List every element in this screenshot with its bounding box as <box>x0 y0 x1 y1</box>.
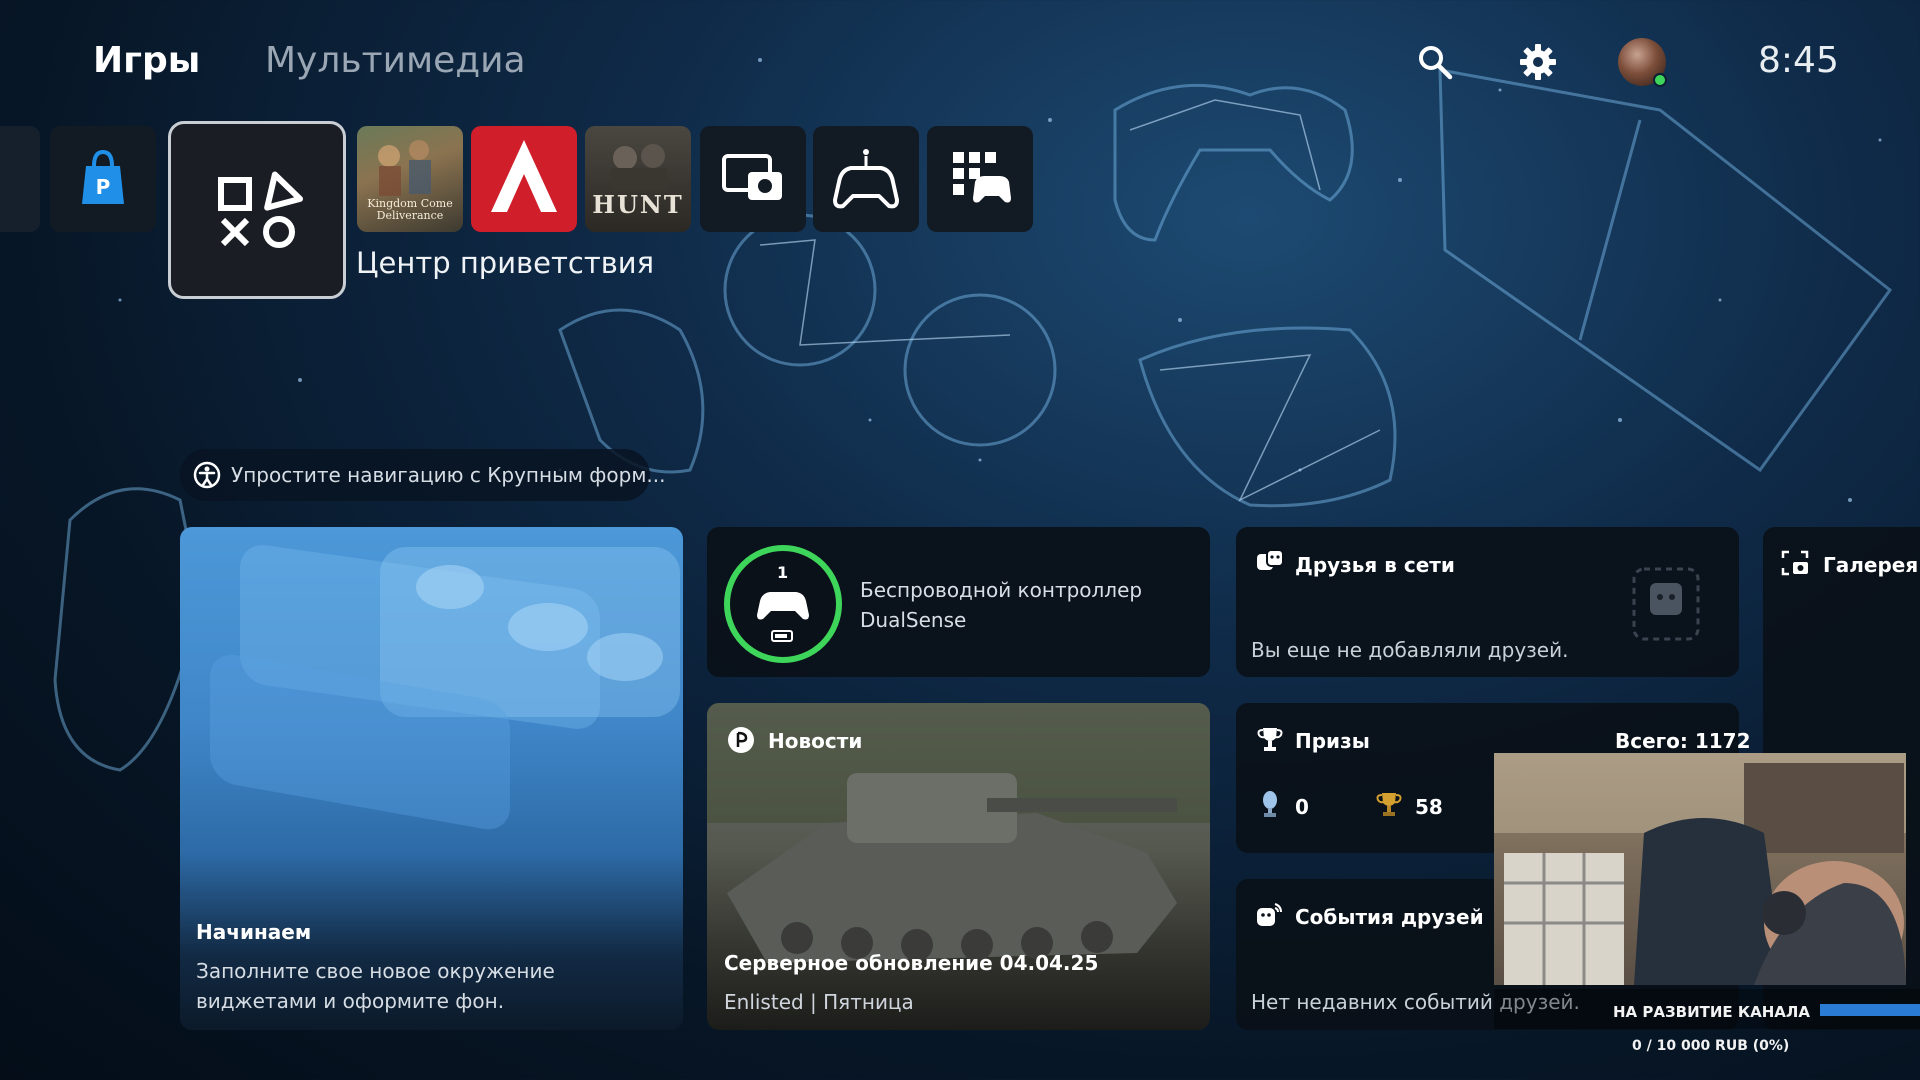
playstation-store-tile[interactable]: P <box>50 126 156 232</box>
game-controller-tile[interactable] <box>813 126 919 232</box>
donation-goal-value: 0 / 10 000 RUB (0%) <box>1632 1038 1790 1054</box>
game-tile-assassins-creed[interactable] <box>471 126 577 232</box>
kcd-logo-text: Kingdom Come Deliverance <box>367 197 453 222</box>
platinum-trophy-count: 0 <box>1295 795 1309 819</box>
playstation-store-icon: P <box>82 149 124 204</box>
playstation-logo-icon <box>728 727 754 753</box>
controller-player-number: 1 <box>777 563 789 582</box>
getting-started-description: Заполните свое новое окружение виджетами… <box>196 959 555 1013</box>
gallery-title: Галерея м <box>1823 553 1920 577</box>
trophies-title: Призы <box>1295 729 1370 753</box>
controller-name: Беспроводной контроллер DualSense <box>860 578 1143 632</box>
friend-events-icon <box>1257 903 1282 926</box>
game-tile-kingdom-come-deliverance[interactable]: Kingdom Come Deliverance <box>357 126 463 232</box>
media-gallery-icon <box>722 154 782 200</box>
playstation-shapes-icon <box>218 171 304 248</box>
tab-media[interactable]: Мультимедиа <box>265 40 526 81</box>
welcome-hub-tile[interactable] <box>168 121 346 299</box>
webcam-overlay <box>1494 753 1906 985</box>
assassins-creed-logo-icon <box>491 140 557 212</box>
trophy-icon <box>1257 728 1283 751</box>
online-status-indicator <box>1653 73 1667 87</box>
gold-trophy-count: 58 <box>1415 795 1443 819</box>
game-library-icon <box>953 152 1011 203</box>
tab-games[interactable]: Игры <box>93 40 200 81</box>
accessibility-icon <box>193 461 221 489</box>
clock: 8:45 <box>1758 40 1839 81</box>
getting-started-title: Начинаем <box>196 920 312 944</box>
accessibility-hint-text: Упростите навигацию с Крупным форм... <box>231 463 666 487</box>
game-tile-hunt-showdown[interactable]: HUNT <box>585 126 691 232</box>
friends-placeholder-icon <box>1632 567 1700 641</box>
online-friends-title: Друзья в сети <box>1295 553 1455 577</box>
game-tile-offscreen[interactable] <box>0 126 40 232</box>
online-friends-empty-text: Вы еще не добавляли друзей. <box>1251 638 1569 662</box>
donation-goal-label: НА РАЗВИТИЕ КАНАЛА <box>1613 1003 1810 1021</box>
getting-started-widget[interactable] <box>180 527 683 1030</box>
news-meta: Enlisted | Пятница <box>724 990 914 1014</box>
friends-icon <box>1257 549 1284 570</box>
hunt-logo-text: HUNT <box>592 190 684 219</box>
game-library-tile[interactable] <box>927 126 1033 232</box>
trophies-total: Всего: 1172 <box>1615 729 1751 753</box>
donation-progress-track <box>1820 1004 1920 1016</box>
friend-events-title: События друзей <box>1295 905 1484 929</box>
svg-text:P: P <box>96 175 111 199</box>
gear-icon[interactable] <box>1518 42 1558 82</box>
gallery-icon <box>1781 550 1809 576</box>
news-title: Серверное обновление 04.04.25 <box>724 951 1099 975</box>
controller-icon <box>833 149 899 209</box>
selected-tile-label: Центр приветствия <box>356 246 655 280</box>
platinum-trophy-icon <box>1263 791 1277 817</box>
media-gallery-tile[interactable] <box>700 126 806 232</box>
news-header: Новости <box>768 729 863 753</box>
search-icon[interactable] <box>1415 42 1455 82</box>
gold-trophy-icon <box>1376 793 1402 816</box>
